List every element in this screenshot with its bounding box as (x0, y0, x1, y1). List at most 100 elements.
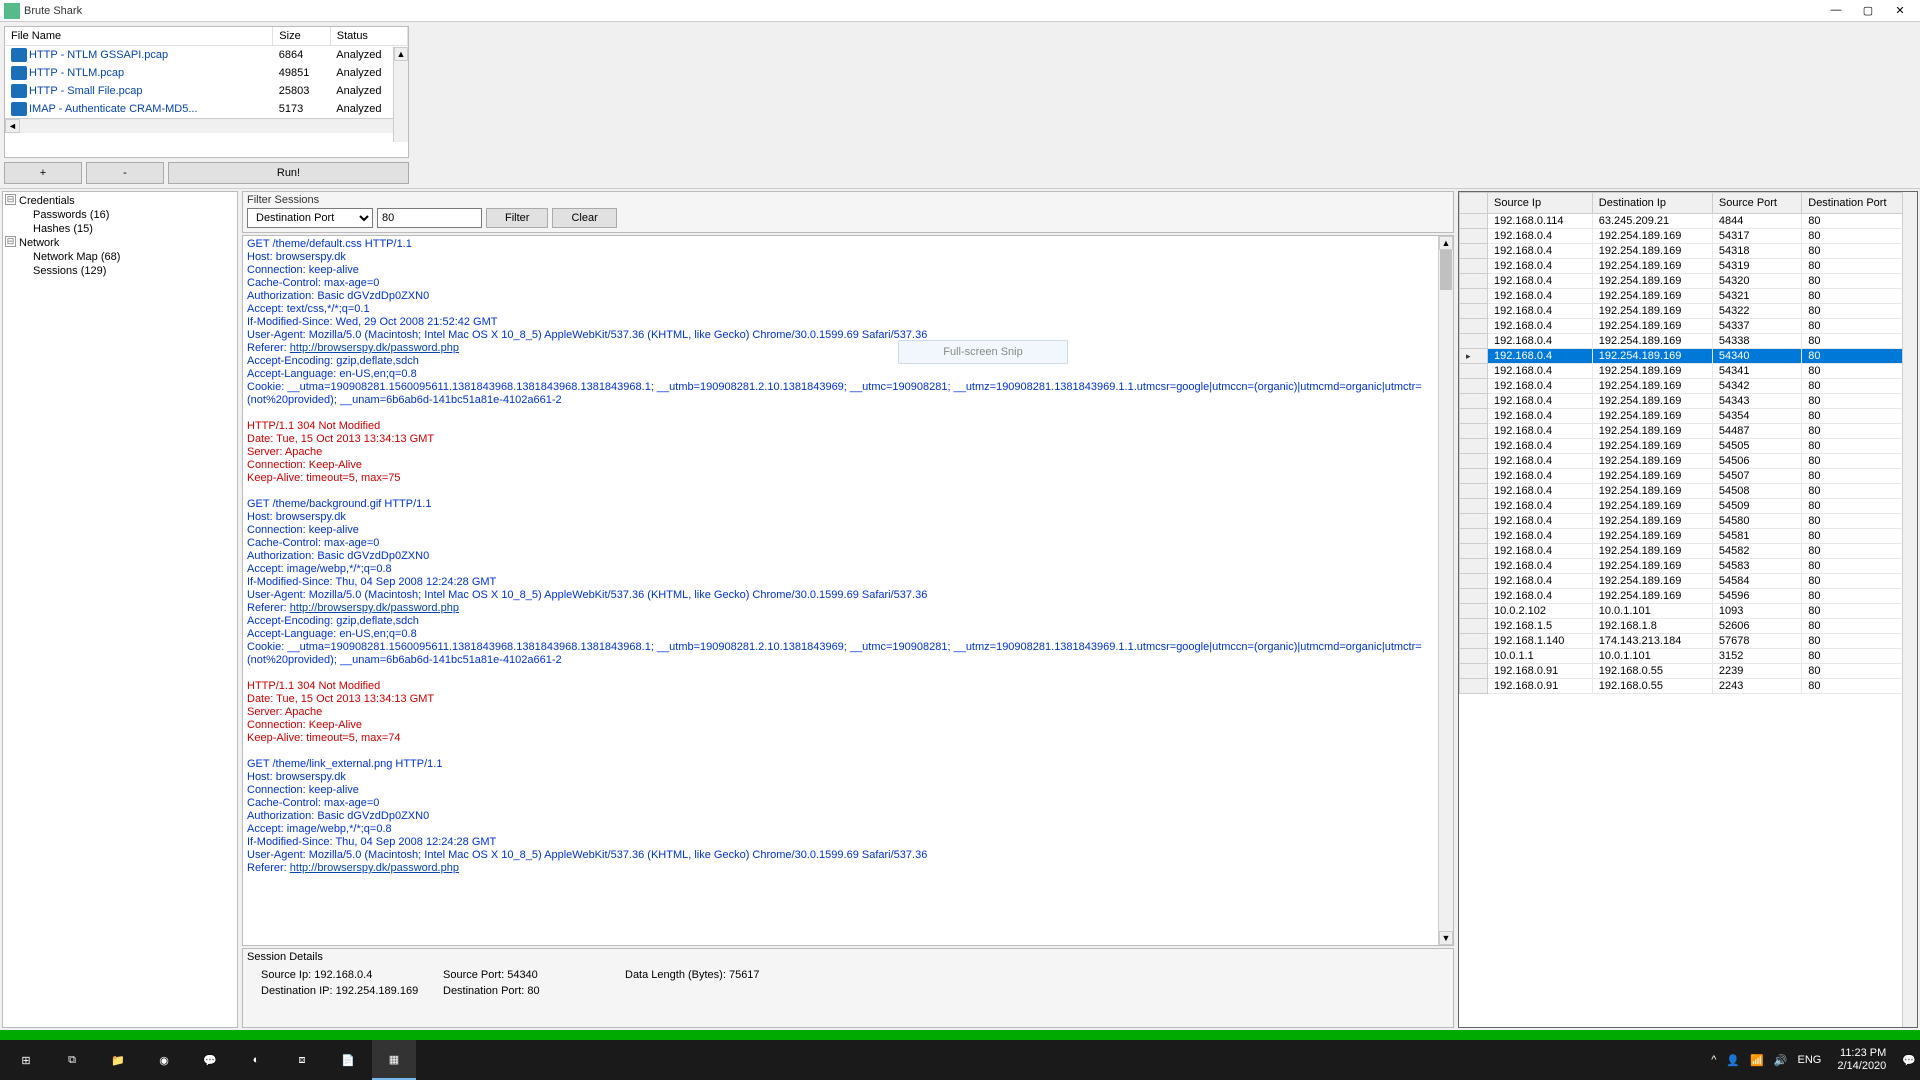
filter-field-select[interactable]: Destination Port (247, 208, 373, 228)
http-line: User-Agent: Mozilla/5.0 (Macintosh; Inte… (247, 849, 1449, 862)
run-button[interactable]: Run! (168, 162, 409, 184)
session-row[interactable]: 192.168.0.4192.254.189.1695431980 (1460, 259, 1917, 274)
tree-leaf[interactable]: Sessions (129) (5, 264, 235, 278)
session-row[interactable]: 192.168.0.91192.168.0.55223980 (1460, 664, 1917, 679)
session-row[interactable]: 192.168.0.4192.254.189.1695431780 (1460, 229, 1917, 244)
add-file-button[interactable]: + (4, 162, 82, 184)
tree-node[interactable]: Network (5, 236, 235, 250)
tree-node[interactable]: Credentials (5, 194, 235, 208)
session-row[interactable]: 192.168.0.4192.254.189.1695432080 (1460, 274, 1917, 289)
file-row[interactable]: IMAP - Authenticate CRAM-MD5...5173Analy… (5, 100, 408, 118)
session-row[interactable]: 192.168.1.140174.143.213.1845767880 (1460, 634, 1917, 649)
session-row[interactable]: 192.168.1.5192.168.1.85260680 (1460, 619, 1917, 634)
http-line: If-Modified-Since: Thu, 04 Sep 2008 12:2… (247, 836, 1449, 849)
http-line: GET /theme/default.css HTTP/1.1 (247, 238, 1449, 251)
session-row[interactable]: 10.0.1.110.0.1.101315280 (1460, 649, 1917, 664)
session-row[interactable]: 192.168.0.91192.168.0.55224380 (1460, 679, 1917, 694)
session-row[interactable]: 192.168.0.4192.254.189.1695433780 (1460, 319, 1917, 334)
session-row[interactable]: 192.168.0.4192.254.189.1695433880 (1460, 334, 1917, 349)
session-col-header[interactable]: Source Port (1712, 193, 1801, 214)
session-col-header[interactable]: Destination Port (1802, 193, 1917, 214)
session-row[interactable]: 192.168.0.4192.254.189.1695458280 (1460, 544, 1917, 559)
taskbar[interactable]: ⊞ ⧉ 📁 ◉ 💬 ◐ ⧈ 📄 ▦ ^ 👤 📶 🔊 ENG 11:23 PM2/… (0, 1040, 1920, 1080)
http-line: Date: Tue, 15 Oct 2013 13:34:13 GMT (247, 693, 1449, 706)
start-button[interactable]: ⊞ (4, 1040, 48, 1080)
session-row[interactable]: 192.168.0.4192.254.189.1695431880 (1460, 244, 1917, 259)
close-button[interactable]: ✕ (1892, 4, 1908, 17)
sessions-vscroll[interactable] (1902, 192, 1917, 1027)
app-icon-1[interactable]: ◐ (234, 1040, 278, 1080)
session-row[interactable]: 192.168.0.4192.254.189.1695458380 (1460, 559, 1917, 574)
http-vscroll[interactable]: ▲▼ (1438, 236, 1453, 945)
http-line: Connection: keep-alive (247, 264, 1449, 277)
wifi-icon[interactable]: 📶 (1750, 1054, 1764, 1067)
file-row[interactable]: HTTP - NTLM GSSAPI.pcap6864Analyzed (5, 46, 408, 65)
session-row[interactable]: 192.168.0.4192.254.189.1695434180 (1460, 364, 1917, 379)
clear-button[interactable]: Clear (552, 208, 616, 228)
session-row[interactable]: 192.168.0.4192.254.189.1695458180 (1460, 529, 1917, 544)
session-row[interactable]: 192.168.0.11463.245.209.21484480 (1460, 214, 1917, 229)
session-row[interactable]: 192.168.0.4192.254.189.1695450680 (1460, 454, 1917, 469)
file-row[interactable]: HTTP - NTLM.pcap49851Analyzed (5, 64, 408, 82)
task-view-icon[interactable]: ⧉ (50, 1040, 94, 1080)
file-col-header[interactable]: File Name (5, 27, 273, 46)
notepad-icon[interactable]: 📄 (326, 1040, 370, 1080)
http-line: Cache-Control: max-age=0 (247, 797, 1449, 810)
file-col-header[interactable]: Size (273, 27, 330, 46)
file-list-panel: File NameSizeStatus HTTP - NTLM GSSAPI.p… (4, 26, 409, 158)
filter-button[interactable]: Filter (486, 208, 548, 228)
file-table[interactable]: File NameSizeStatus HTTP - NTLM GSSAPI.p… (5, 27, 408, 118)
maximize-button[interactable]: ▢ (1860, 4, 1876, 17)
nav-tree[interactable]: CredentialsPasswords (16)Hashes (15)Netw… (2, 191, 238, 1028)
tree-leaf[interactable]: Network Map (68) (5, 250, 235, 264)
session-row[interactable]: 192.168.0.4192.254.189.1695458080 (1460, 514, 1917, 529)
explorer-icon[interactable]: 📁 (96, 1040, 140, 1080)
http-line: Cookie: __utma=190908281.1560095611.1381… (247, 381, 1449, 407)
bruteshark-task-icon[interactable]: ▦ (372, 1040, 416, 1080)
tree-leaf[interactable]: Passwords (16) (5, 208, 235, 222)
sessions-grid[interactable]: Source IpDestination IpSource PortDestin… (1458, 191, 1918, 1028)
http-line: Host: browserspy.dk (247, 251, 1449, 264)
notifications-icon[interactable]: 💬 (1902, 1054, 1916, 1067)
remove-file-button[interactable]: - (86, 162, 164, 184)
session-row[interactable]: 192.168.0.4192.254.189.1695432280 (1460, 304, 1917, 319)
volume-icon[interactable]: 🔊 (1774, 1054, 1788, 1067)
file-col-header[interactable]: Status (330, 27, 407, 46)
session-row[interactable]: 192.168.0.4192.254.189.1695459680 (1460, 589, 1917, 604)
tree-leaf[interactable]: Hashes (15) (5, 222, 235, 236)
session-row[interactable]: 192.168.0.4192.254.189.1695434080 (1460, 349, 1917, 364)
http-line: Accept-Encoding: gzip,deflate,sdch (247, 355, 1449, 368)
session-row[interactable]: 192.168.0.4192.254.189.1695448780 (1460, 424, 1917, 439)
http-viewer[interactable]: GET /theme/default.css HTTP/1.1Host: bro… (242, 235, 1454, 946)
session-row[interactable]: 192.168.0.4192.254.189.1695450580 (1460, 439, 1917, 454)
lang-indicator[interactable]: ENG (1798, 1054, 1822, 1066)
file-vscroll[interactable]: ▲ (393, 47, 408, 142)
file-row[interactable]: HTTP - Small File.pcap25803Analyzed (5, 82, 408, 100)
filter-value-input[interactable] (377, 208, 482, 228)
session-row[interactable]: 192.168.0.4192.254.189.1695434380 (1460, 394, 1917, 409)
session-row[interactable]: 10.0.2.10210.0.1.101109380 (1460, 604, 1917, 619)
discord-icon[interactable]: 💬 (188, 1040, 232, 1080)
http-line: Cache-Control: max-age=0 (247, 537, 1449, 550)
http-line: GET /theme/link_external.png HTTP/1.1 (247, 758, 1449, 771)
session-row[interactable]: 192.168.0.4192.254.189.1695450980 (1460, 499, 1917, 514)
session-row[interactable]: 192.168.0.4192.254.189.1695450780 (1460, 469, 1917, 484)
chrome-icon[interactable]: ◉ (142, 1040, 186, 1080)
tray-people-icon[interactable]: 👤 (1726, 1054, 1740, 1067)
vs-icon[interactable]: ⧈ (280, 1040, 324, 1080)
minimize-button[interactable]: — (1828, 4, 1844, 17)
session-row[interactable]: 192.168.0.4192.254.189.1695432180 (1460, 289, 1917, 304)
session-col-header[interactable]: Destination Ip (1592, 193, 1712, 214)
session-col-header[interactable]: Source Ip (1488, 193, 1593, 214)
http-line: Host: browserspy.dk (247, 511, 1449, 524)
file-hscroll[interactable]: ◄► (5, 118, 408, 133)
http-line: Keep-Alive: timeout=5, max=74 (247, 732, 1449, 745)
session-row[interactable]: 192.168.0.4192.254.189.1695458480 (1460, 574, 1917, 589)
http-line: HTTP/1.1 304 Not Modified (247, 420, 1449, 433)
session-row[interactable]: 192.168.0.4192.254.189.1695434280 (1460, 379, 1917, 394)
session-row[interactable]: 192.168.0.4192.254.189.1695435480 (1460, 409, 1917, 424)
session-row[interactable]: 192.168.0.4192.254.189.1695450880 (1460, 484, 1917, 499)
tray-up-icon[interactable]: ^ (1711, 1054, 1716, 1066)
session-details-title: Session Details (247, 951, 1449, 963)
clock[interactable]: 11:23 PM2/14/2020 (1831, 1047, 1892, 1073)
